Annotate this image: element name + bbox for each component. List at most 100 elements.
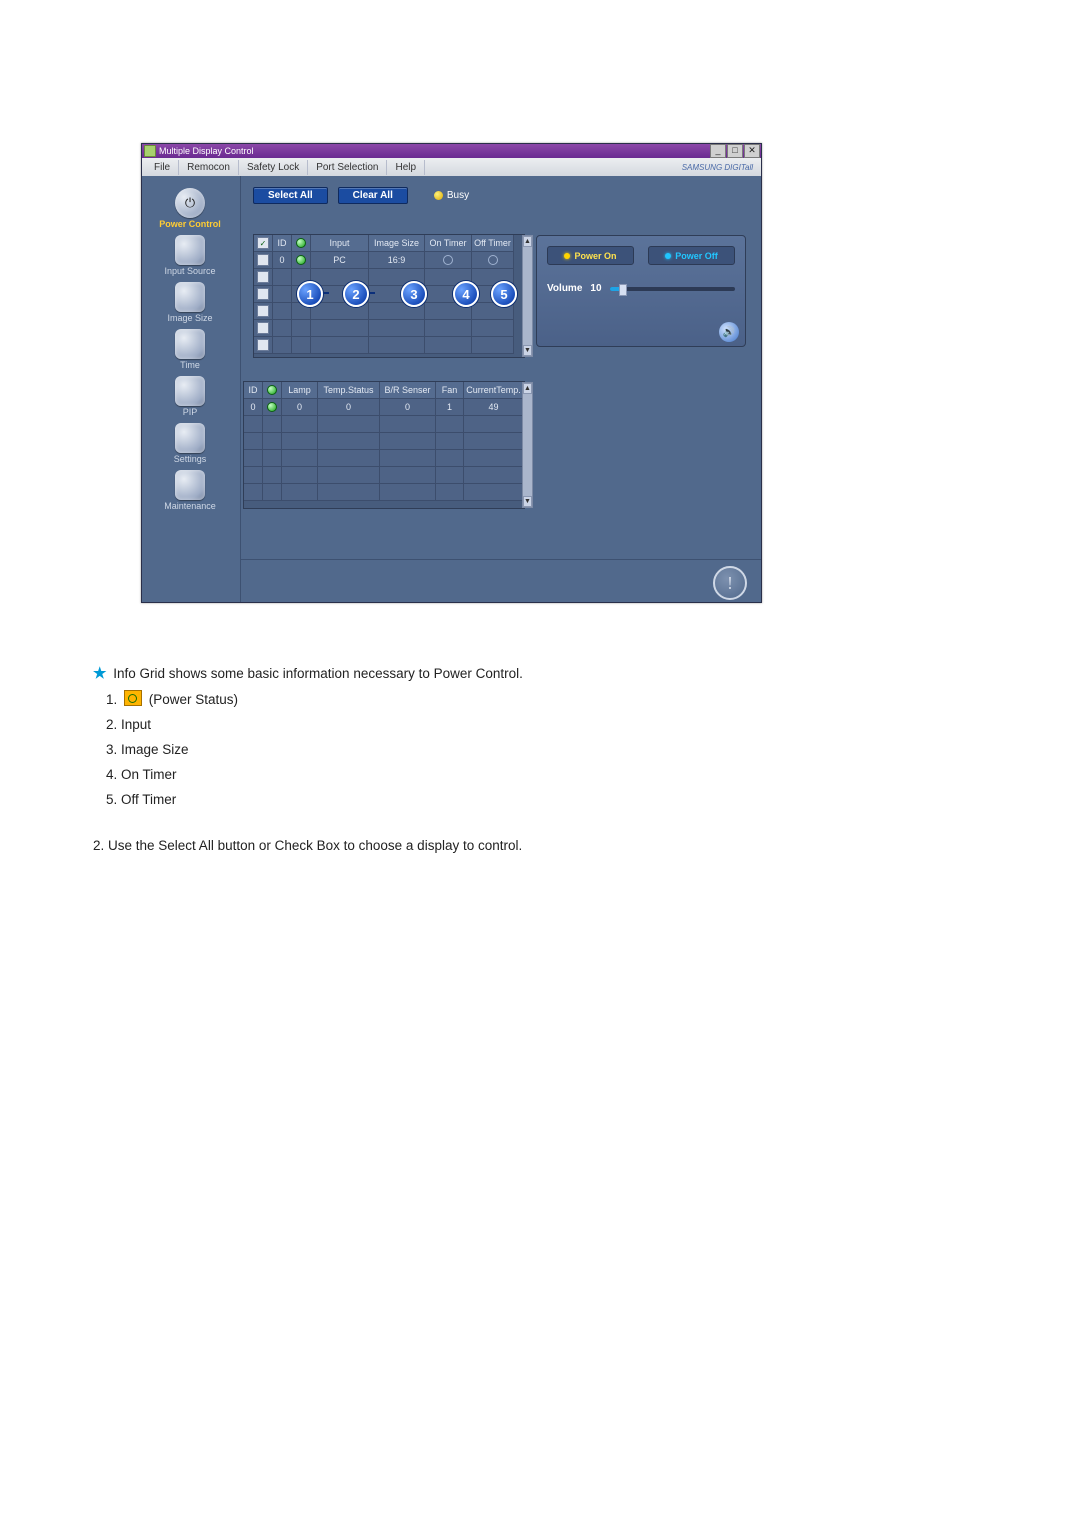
gear-icon: [175, 423, 205, 453]
close-button[interactable]: ✕: [744, 144, 760, 158]
list-item: On Timer: [121, 764, 873, 786]
sidebar-item-settings[interactable]: Settings: [145, 423, 235, 464]
menu-remocon[interactable]: Remocon: [179, 160, 239, 175]
cell-input: PC: [311, 252, 369, 269]
power-off-indicator-icon: [665, 253, 671, 259]
info-grid-table: ✓ ID Input Image Size On Timer Off Timer…: [253, 234, 525, 358]
power-icon: ⏻: [175, 188, 205, 218]
scrollbar[interactable]: ▲ ▼: [522, 382, 533, 508]
power-status-icon: [124, 690, 142, 706]
cell-ct: 49: [464, 399, 524, 416]
speaker-icon[interactable]: 🔊: [719, 322, 739, 342]
volume-slider[interactable]: [610, 287, 735, 291]
col-id: ID: [273, 235, 292, 252]
input-icon: [175, 235, 205, 265]
power-off-button[interactable]: Power Off: [648, 246, 735, 265]
info-icon[interactable]: !: [713, 566, 747, 600]
on-timer-radio[interactable]: [443, 255, 453, 265]
centre-panel: Select All Clear All Busy ✓ ID Input Ima…: [240, 176, 761, 602]
clock-icon: [175, 329, 205, 359]
sidebar-item-label: Maintenance: [164, 501, 216, 511]
scroll-down-icon[interactable]: ▼: [523, 345, 532, 356]
row-checkbox[interactable]: [257, 305, 269, 317]
power-status-icon: [267, 402, 277, 412]
scroll-up-icon[interactable]: ▲: [523, 236, 532, 247]
cell-id: 0: [273, 252, 292, 269]
table-row[interactable]: [244, 433, 524, 450]
sidebar-item-maintenance[interactable]: Maintenance: [145, 470, 235, 511]
sidebar-item-time[interactable]: Time: [145, 329, 235, 370]
sidebar-item-power-control[interactable]: ⏻ Power Control: [145, 188, 235, 229]
row-checkbox[interactable]: [257, 322, 269, 334]
minimize-button[interactable]: _: [710, 144, 726, 158]
clear-all-button[interactable]: Clear All: [338, 187, 408, 204]
sidebar-item-label: Settings: [174, 454, 207, 464]
sidebar-item-label: Time: [180, 360, 200, 370]
off-timer-radio[interactable]: [488, 255, 498, 265]
volume-value: 10: [590, 283, 601, 294]
menu-help[interactable]: Help: [387, 160, 425, 175]
cell-br: 0: [380, 399, 436, 416]
scrollbar[interactable]: ▲ ▼: [522, 235, 533, 357]
col-input: Input: [311, 235, 369, 252]
app-icon: [144, 145, 156, 157]
power-on-indicator-icon: [564, 253, 570, 259]
table-row[interactable]: [244, 484, 524, 501]
cell-size: 16:9: [369, 252, 425, 269]
busy-dot-icon: [434, 191, 443, 200]
table-row[interactable]: [254, 269, 524, 286]
sidebar-item-label: Image Size: [167, 313, 212, 323]
cell-id: 0: [244, 399, 263, 416]
sidebar-item-label: PIP: [183, 407, 198, 417]
menu-safety-lock[interactable]: Safety Lock: [239, 160, 308, 175]
col-br: B/R Senser: [380, 382, 436, 399]
col-status: [292, 235, 311, 252]
col-temp: Temp.Status: [318, 382, 380, 399]
maximize-button[interactable]: □: [727, 144, 743, 158]
col-ct: CurrentTemp.: [464, 382, 524, 399]
sidebar-item-label: Input Source: [164, 266, 215, 276]
col-offtimer: Off Timer: [472, 235, 514, 252]
sidebar-item-image-size[interactable]: Image Size: [145, 282, 235, 323]
table-row[interactable]: 0 0 0 0 1 49: [244, 399, 524, 416]
power-status-icon: [296, 255, 306, 265]
table-row[interactable]: [254, 337, 524, 354]
col-lamp: Lamp: [282, 382, 318, 399]
sidebar-item-label: Power Control: [159, 219, 221, 229]
table-row[interactable]: [254, 286, 524, 303]
scroll-down-icon[interactable]: ▼: [523, 496, 532, 507]
sidebar-item-pip[interactable]: PIP: [145, 376, 235, 417]
scroll-up-icon[interactable]: ▲: [523, 383, 532, 394]
list-item: Image Size: [121, 739, 873, 761]
power-on-button[interactable]: Power On: [547, 246, 634, 265]
power-panel: Power On Power Off Volume 10: [536, 235, 746, 347]
lead-text: Info Grid shows some basic information n…: [113, 666, 523, 681]
table-row[interactable]: [244, 416, 524, 433]
table-row[interactable]: [244, 450, 524, 467]
title-bar[interactable]: Multiple Display Control _ □ ✕: [142, 144, 761, 158]
cell-fan: 1: [436, 399, 464, 416]
menu-port-selection[interactable]: Port Selection: [308, 160, 387, 175]
menu-file[interactable]: File: [146, 160, 179, 175]
table-row[interactable]: [254, 303, 524, 320]
row-checkbox[interactable]: [257, 339, 269, 351]
table-row[interactable]: [254, 320, 524, 337]
col-size: Image Size: [369, 235, 425, 252]
power-status-icon: [267, 385, 277, 395]
table-row[interactable]: [244, 467, 524, 484]
col-fan: Fan: [436, 382, 464, 399]
row-checkbox[interactable]: [257, 271, 269, 283]
instructions: ★ Info Grid shows some basic information…: [93, 663, 873, 857]
app-window: Multiple Display Control _ □ ✕ File Remo…: [141, 143, 762, 603]
sidebar-item-input-source[interactable]: Input Source: [145, 235, 235, 276]
list-item: Off Timer: [121, 789, 873, 811]
select-all-button[interactable]: Select All: [253, 187, 328, 204]
power-off-label: Power Off: [675, 251, 718, 261]
col-id: ID: [244, 382, 263, 399]
brand-label: SAMSUNG DIGITall: [682, 163, 753, 172]
row-checkbox[interactable]: [257, 288, 269, 300]
row-checkbox[interactable]: [257, 254, 269, 266]
table-row[interactable]: 0 PC 16:9: [254, 252, 524, 269]
busy-indicator: Busy: [434, 190, 469, 201]
power-on-label: Power On: [574, 251, 616, 261]
